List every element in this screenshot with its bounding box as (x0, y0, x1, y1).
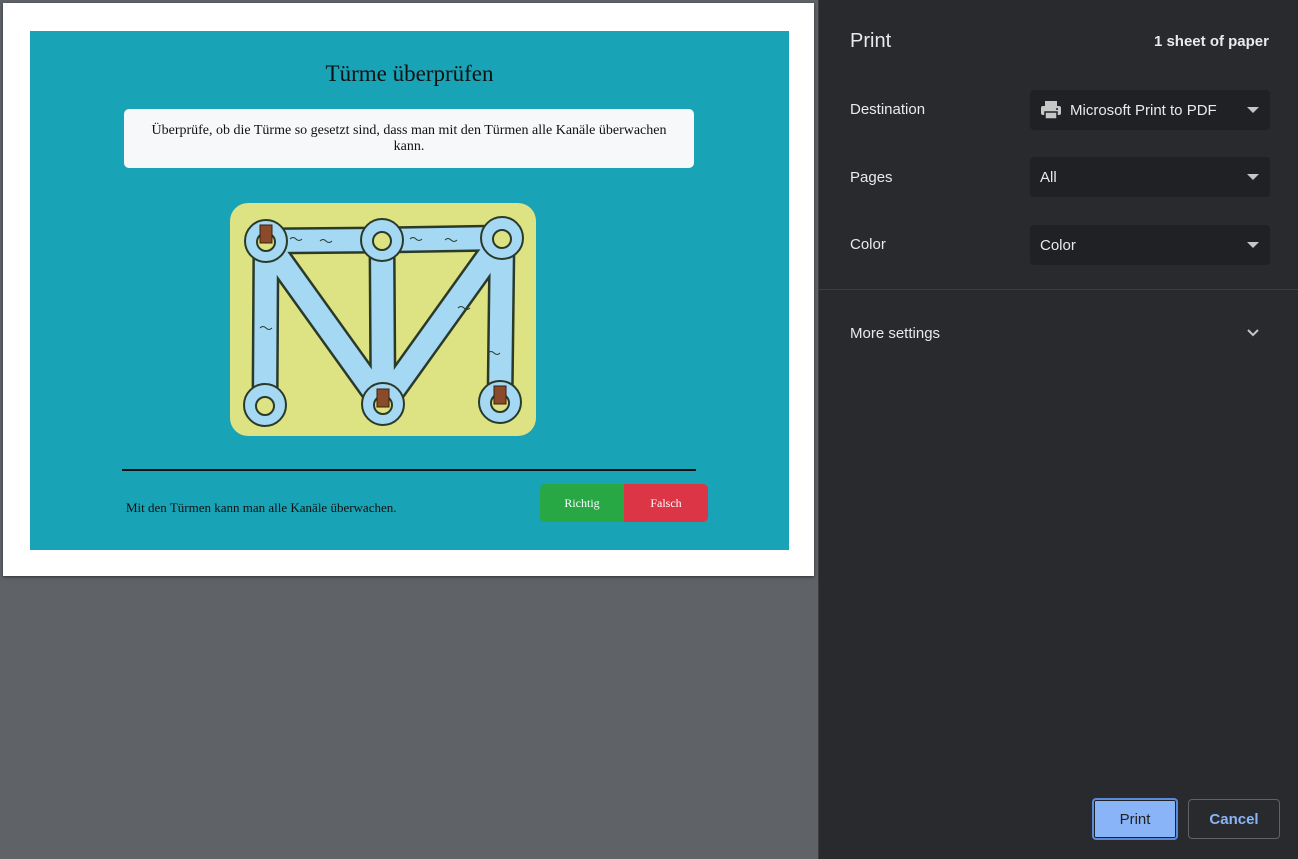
pages-select[interactable]: All (1030, 157, 1270, 197)
color-value: Color (1040, 236, 1076, 254)
section-divider (819, 289, 1298, 290)
worksheet: Türme überprüfen Überprüfe, ob die Türme… (30, 31, 789, 550)
more-settings-toggle[interactable]: More settings (850, 325, 940, 342)
divider (122, 469, 696, 471)
dropdown-arrow-icon (1247, 107, 1259, 113)
dropdown-arrow-icon (1247, 242, 1259, 248)
instruction-box: Überprüfe, ob die Türme so gesetzt sind,… (124, 109, 694, 168)
falsch-button[interactable]: Falsch (624, 484, 708, 522)
pages-value: All (1040, 168, 1057, 186)
answer-button-group: Richtig Falsch (540, 484, 708, 522)
chevron-down-icon[interactable] (1247, 328, 1259, 338)
worksheet-title: Türme überprüfen (325, 61, 494, 86)
richtig-button[interactable]: Richtig (540, 484, 624, 522)
sheet-count: 1 sheet of paper (1153, 33, 1269, 50)
preview-page: Türme überprüfen Überprüfe, ob die Türme… (3, 3, 814, 576)
cancel-button[interactable]: Cancel (1188, 799, 1280, 839)
color-select[interactable]: Color (1030, 225, 1270, 265)
canal-tower-puzzle-image (230, 203, 536, 436)
print-preview-area: Türme überprüfen Überprüfe, ob die Türme… (0, 0, 818, 859)
print-settings-panel: Print 1 sheet of paper Destination Micro… (818, 0, 1298, 859)
pages-label: Pages (850, 169, 893, 186)
destination-value: Microsoft Print to PDF (1070, 101, 1217, 119)
dropdown-arrow-icon (1247, 174, 1259, 180)
print-button[interactable]: Print (1092, 798, 1178, 840)
color-label: Color (850, 236, 886, 253)
destination-select[interactable]: Microsoft Print to PDF (1030, 90, 1270, 130)
statement-text: Mit den Türmen kann man alle Kanäle über… (126, 500, 397, 515)
panel-title: Print (850, 30, 892, 52)
instruction-text: Überprüfe, ob die Türme so gesetzt sind,… (151, 122, 667, 154)
destination-label: Destination (850, 101, 926, 118)
printer-icon (1041, 101, 1061, 120)
